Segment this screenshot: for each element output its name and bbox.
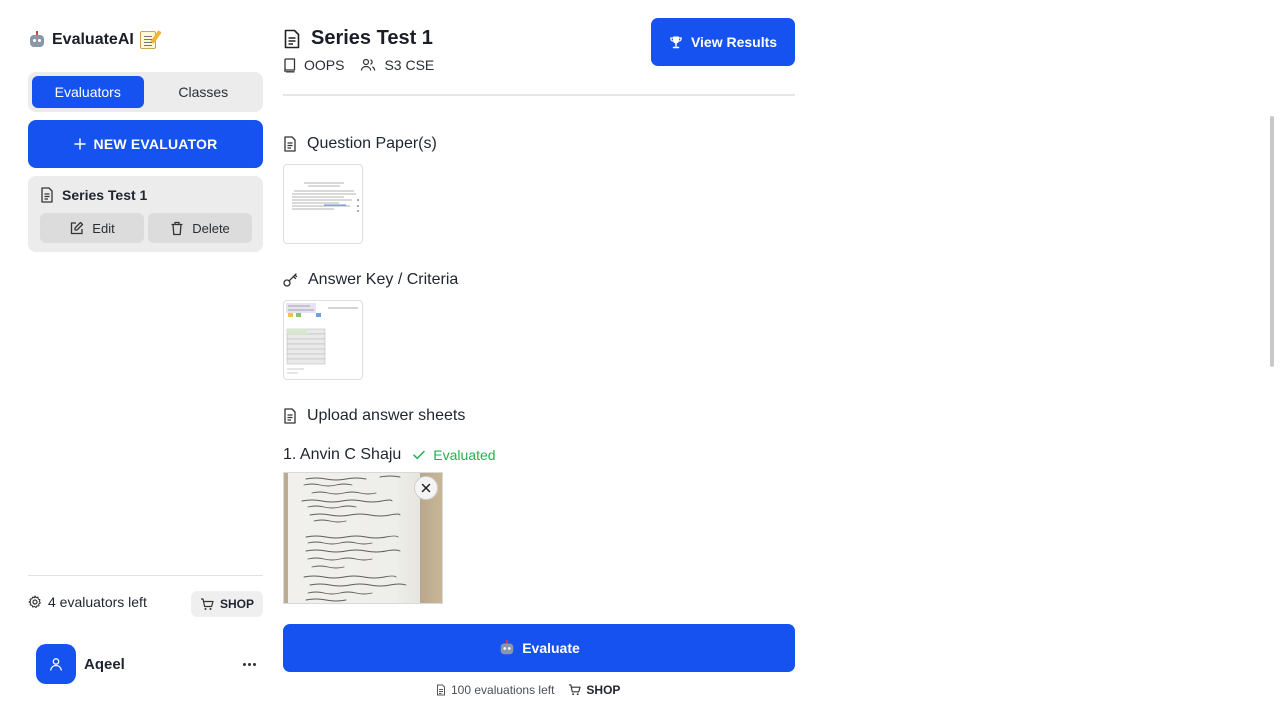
- app-brand[interactable]: EvaluateAI: [28, 28, 162, 52]
- answer-key-preview: [286, 303, 358, 374]
- page-title-text: Series Test 1: [311, 27, 433, 49]
- answer-key-thumbnail[interactable]: [283, 300, 363, 380]
- status-text: Evaluated: [433, 447, 496, 463]
- delete-label: Delete: [192, 220, 230, 236]
- evaluators-left: 4 evaluators left: [28, 592, 147, 612]
- footer-shop-link[interactable]: SHOP: [568, 683, 620, 697]
- student-name: 1. Anvin C Shaju: [283, 446, 402, 463]
- robot-icon: [499, 639, 515, 656]
- users-icon: [361, 58, 376, 71]
- document-icon: [41, 187, 53, 203]
- remove-sheet-button[interactable]: [414, 476, 438, 500]
- new-evaluator-label: NEW EVALUATOR: [93, 136, 218, 152]
- answer-key-title: Answer Key / Criteria: [308, 271, 459, 288]
- evaluator-title: Series Test 1: [62, 187, 148, 203]
- shop-button[interactable]: SHOP: [191, 591, 263, 617]
- evaluations-left-text: 100 evaluations left: [451, 683, 555, 697]
- edit-button[interactable]: Edit: [40, 213, 144, 243]
- page-title: Series Test 1: [283, 27, 433, 50]
- evaluations-left: 100 evaluations left: [436, 683, 554, 697]
- question-paper-thumbnail[interactable]: [283, 164, 363, 244]
- user-icon: [50, 658, 62, 671]
- document-icon: [284, 408, 296, 424]
- upload-title: Upload answer sheets: [307, 407, 466, 424]
- view-results-label: View Results: [690, 34, 778, 50]
- cart-icon: [200, 597, 214, 610]
- edit-icon: [71, 221, 84, 234]
- edit-label: Edit: [92, 220, 115, 236]
- question-paper-title: Question Paper(s): [307, 135, 437, 152]
- sidebar-divider: [28, 575, 263, 576]
- main-content: Series Test 1 OOPS S3 CSE View Results Q…: [283, 0, 795, 720]
- book-icon: [284, 57, 296, 72]
- tab-evaluators[interactable]: Evaluators: [32, 76, 144, 108]
- page-scrollbar[interactable]: [1270, 116, 1274, 367]
- robot-icon: [28, 31, 46, 49]
- sidebar-tabs: Evaluators Classes: [28, 72, 263, 112]
- trophy-icon: [670, 36, 682, 49]
- new-evaluator-button[interactable]: NEW EVALUATOR: [28, 120, 263, 168]
- evaluator-meta: OOPS S3 CSE: [283, 57, 434, 73]
- status-badge: Evaluated: [413, 447, 496, 463]
- evaluators-left-text: 4 evaluators left: [48, 594, 147, 610]
- sidebar: EvaluateAI Evaluators Classes NEW EVALUA…: [28, 0, 263, 720]
- trash-icon: [171, 221, 183, 235]
- view-results-button[interactable]: View Results: [651, 18, 795, 66]
- header-divider: [283, 94, 795, 96]
- evaluate-button[interactable]: Evaluate: [283, 624, 795, 672]
- shop-label: SHOP: [219, 597, 254, 611]
- evaluator-item[interactable]: Series Test 1 Edit Delete: [28, 176, 263, 252]
- evaluate-footer: 100 evaluations left SHOP: [436, 683, 620, 697]
- cart-icon: [569, 684, 581, 696]
- evaluate-label: Evaluate: [522, 640, 580, 656]
- class-label: S3 CSE: [384, 57, 435, 73]
- upload-heading: Upload answer sheets: [283, 407, 465, 425]
- key-icon: [283, 273, 298, 287]
- question-paper-heading: Question Paper(s): [283, 135, 437, 153]
- student-row: 1. Anvin C Shaju Evaluated: [283, 446, 496, 464]
- close-icon: [421, 483, 431, 493]
- answer-key-heading: Answer Key / Criteria: [283, 271, 458, 289]
- plus-icon: [73, 138, 86, 150]
- user-name: Aqeel: [84, 655, 125, 673]
- subject-label: OOPS: [304, 57, 345, 73]
- document-icon: [437, 684, 445, 696]
- check-icon: [413, 450, 426, 460]
- footer-shop-label: SHOP: [586, 683, 621, 697]
- gear-icon: [28, 595, 41, 608]
- memo-icon: [139, 30, 162, 49]
- tab-classes[interactable]: Classes: [148, 76, 260, 108]
- question-paper-preview: [292, 182, 359, 212]
- avatar[interactable]: [36, 644, 76, 684]
- more-options-icon[interactable]: [239, 654, 259, 674]
- document-icon: [284, 136, 296, 152]
- delete-button[interactable]: Delete: [148, 213, 252, 243]
- document-icon: [284, 29, 300, 48]
- app-name: EvaluateAI: [52, 31, 134, 48]
- user-profile[interactable]: Aqeel: [36, 644, 263, 684]
